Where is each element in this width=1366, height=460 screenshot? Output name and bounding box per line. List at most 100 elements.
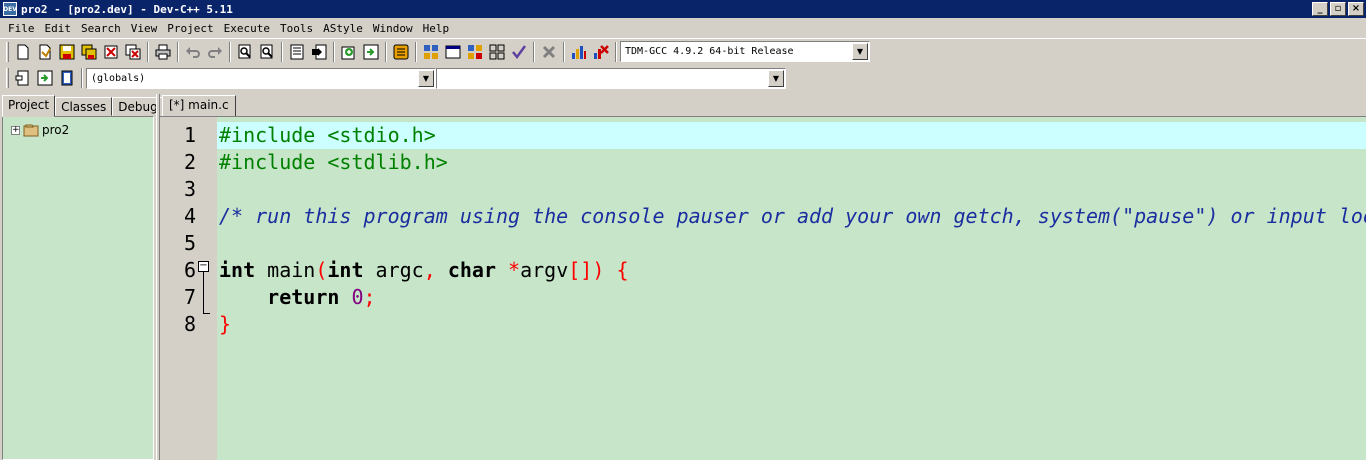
goto-definition-button[interactable] (56, 67, 78, 89)
tab-main-c[interactable]: [*] main.c (162, 95, 236, 117)
menu-view[interactable]: View (126, 22, 163, 35)
code-line[interactable] (217, 230, 1366, 257)
rebuild-button[interactable] (486, 41, 508, 63)
goto-definition-icon (61, 70, 73, 86)
menu-project[interactable]: Project (162, 22, 218, 35)
redo-button[interactable] (204, 41, 226, 63)
goto-declaration-button[interactable] (34, 67, 56, 89)
code-token: ; (363, 285, 376, 309)
code-line[interactable]: } (217, 311, 1366, 338)
toolbar-grip[interactable] (6, 68, 9, 88)
toolbar-separator (281, 41, 283, 62)
compile-button[interactable] (420, 41, 442, 63)
scope-select[interactable]: (globals) ▼ (86, 67, 436, 89)
menu-execute[interactable]: Execute (219, 22, 275, 35)
code-line[interactable]: #include <stdlib.h> (217, 149, 1366, 176)
profile-button[interactable] (568, 41, 590, 63)
close-all-button[interactable] (122, 41, 144, 63)
add-file-icon (363, 44, 379, 59)
fold-line (203, 272, 204, 314)
menu-search[interactable]: Search (76, 22, 126, 35)
menu-astyle[interactable]: AStyle (318, 22, 368, 35)
code-line[interactable]: #include <stdio.h> (217, 122, 1366, 149)
code-token: /* run this program using the console pa… (219, 204, 1366, 228)
save-button[interactable] (56, 41, 78, 63)
chevron-down-icon[interactable]: ▼ (852, 43, 868, 60)
toolbar-grip[interactable] (6, 41, 9, 62)
new-project-icon (341, 46, 355, 59)
member-select[interactable]: ▼ (436, 67, 786, 89)
print-button[interactable] (152, 41, 174, 63)
chevron-down-icon[interactable]: ▼ (418, 69, 434, 87)
editor-area: [*] main.c 1 2 3 4 5 6 7 8 − #include <stdio.h>… (160, 94, 1366, 460)
toolbar-separator (563, 41, 565, 62)
goto-icon (37, 70, 53, 86)
code-editor[interactable]: 12345678 − #include <stdio.h> #include <s… (160, 116, 1366, 460)
minimize-button[interactable]: _ (1312, 2, 1328, 16)
syntax-check-button[interactable] (508, 41, 530, 63)
close-file-button[interactable] (100, 41, 122, 63)
new-file-button[interactable] (12, 41, 34, 63)
run-button[interactable] (442, 41, 464, 63)
menu-tools[interactable]: Tools (275, 22, 318, 35)
undo-button[interactable] (182, 41, 204, 63)
add-to-project-button[interactable] (360, 41, 382, 63)
rebuild-icon (489, 44, 505, 59)
toolbar-separator (229, 41, 231, 62)
expand-icon[interactable]: + (11, 125, 20, 135)
menu-window[interactable]: Window (368, 22, 418, 35)
chevron-down-icon[interactable]: ▼ (768, 69, 784, 87)
toolbar-separator (415, 41, 417, 62)
stop-icon (542, 45, 556, 58)
line-number: 2 (183, 150, 196, 174)
project-options-button[interactable] (390, 41, 412, 63)
open-button[interactable] (34, 41, 56, 63)
code-token: argc (363, 258, 424, 282)
scope-select-value: (globals) (91, 72, 146, 84)
toggle-bookmark-button[interactable] (308, 41, 330, 63)
line-number: 4 (183, 204, 196, 228)
open-icon (39, 44, 51, 59)
compiler-select-value: TDM-GCC 4.9.2 64-bit Release (625, 46, 794, 57)
menu-help[interactable]: Help (418, 22, 455, 35)
code-token: * (508, 258, 521, 282)
delete-profile-button[interactable] (590, 41, 612, 63)
line-number: 7 (183, 285, 196, 309)
close-button[interactable]: × (1348, 2, 1364, 16)
menu-edit[interactable]: Edit (40, 22, 77, 35)
code-text[interactable]: #include <stdio.h> #include <stdlib.h> /*… (217, 122, 1366, 338)
title-bar: DEV pro2 - [pro2.dev] - Dev-C++ 5.11 _ ▫… (0, 0, 1366, 18)
find-button[interactable] (234, 41, 256, 63)
compile-run-icon (468, 44, 482, 59)
code-token: } (219, 312, 232, 336)
code-line[interactable] (217, 176, 1366, 203)
print-icon (155, 44, 171, 59)
new-project-button[interactable] (338, 41, 360, 63)
replace-button[interactable] (256, 41, 278, 63)
menu-file[interactable]: File (3, 22, 40, 35)
compile-run-button[interactable] (464, 41, 486, 63)
find-icon (238, 44, 251, 58)
code-token: , (423, 258, 436, 282)
code-line[interactable]: return 0; (217, 284, 1366, 311)
code-line[interactable]: /* run this program using the console pa… (217, 203, 1366, 230)
code-token: ( (315, 258, 328, 282)
save-icon (59, 44, 75, 59)
code-line[interactable]: int main(int argc, char *argv[]) { (217, 257, 1366, 284)
stop-execution-button[interactable] (538, 41, 560, 63)
compiler-select[interactable]: TDM-GCC 4.9.2 64-bit Release ▼ (620, 41, 870, 62)
goto-line-button[interactable] (286, 41, 308, 63)
line-numbers: 1 2 3 4 5 6 7 8 (160, 122, 196, 338)
tab-classes[interactable]: Classes (55, 97, 113, 116)
fold-collapse-icon[interactable]: − (198, 261, 209, 272)
save-all-button[interactable] (78, 41, 100, 63)
maximize-button[interactable]: ▫ (1330, 2, 1346, 16)
tree-item-project[interactable]: + pro2 (11, 123, 69, 137)
insert-button[interactable] (12, 67, 34, 89)
tab-project[interactable]: Project (2, 95, 56, 117)
new-file-icon (17, 44, 29, 59)
